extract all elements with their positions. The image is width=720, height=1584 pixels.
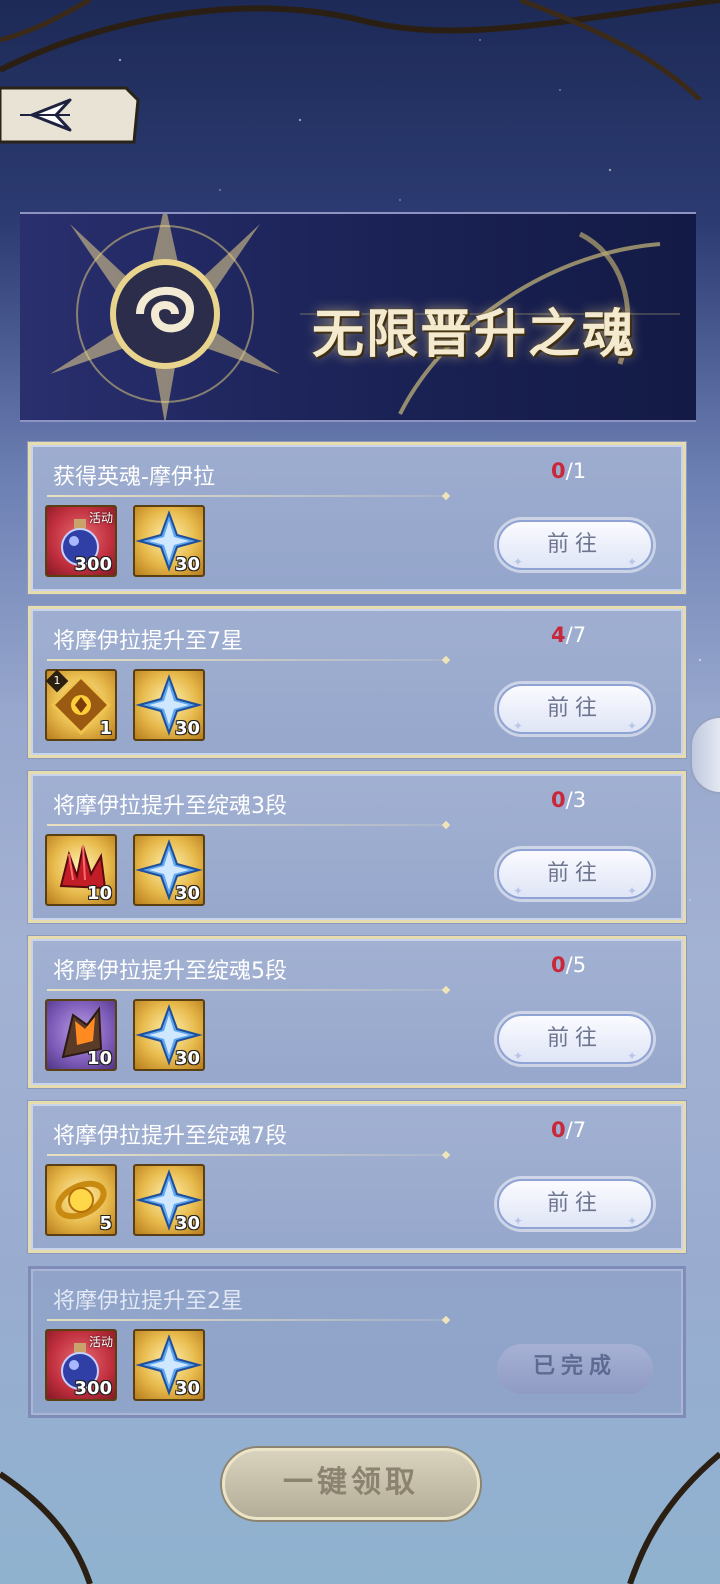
blue-star-crystal-icon[interactable]: 30	[133, 999, 205, 1071]
task-card: 将摩伊拉提升至绽魂3段 0/3 10 30 前往 ✦ ✦	[28, 771, 686, 923]
progress-current: 0	[551, 459, 566, 483]
progress-current: 4	[551, 623, 566, 647]
item-quantity: 30	[174, 1378, 200, 1399]
claim-all-button[interactable]: 一键领取	[222, 1448, 480, 1520]
button-label: 前往	[546, 1026, 603, 1051]
blue-star-crystal-icon[interactable]: 30	[133, 669, 205, 741]
fire-crystal-icon[interactable]: 10	[45, 999, 117, 1071]
back-button[interactable]	[0, 82, 142, 148]
item-quantity: 30	[174, 883, 200, 904]
blue-star-crystal-icon[interactable]: 30	[133, 834, 205, 906]
sparkle-icon: ✦	[626, 1214, 637, 1228]
item-quantity: 30	[174, 718, 200, 739]
task-title: 获得英魂-摩伊拉	[53, 465, 215, 490]
task-progress: 0/7	[551, 1118, 586, 1142]
task-card: 将摩伊拉提升至绽魂5段 0/5 10 30 前往 ✦ ✦	[28, 936, 686, 1088]
red-potion-icon[interactable]: 活动 300	[45, 505, 117, 577]
item-quantity: 300	[74, 554, 112, 575]
button-label: 已完成	[532, 1354, 617, 1379]
progress-current: 0	[551, 953, 566, 977]
title-divider	[47, 659, 447, 661]
sparkle-icon: ✦	[513, 719, 524, 733]
blue-star-crystal-icon[interactable]: 30	[133, 505, 205, 577]
red-potion-icon[interactable]: 活动 300	[45, 1329, 117, 1401]
task-title: 将摩伊拉提升至7星	[53, 629, 243, 654]
task-title: 将摩伊拉提升至绽魂3段	[53, 794, 287, 819]
button-label: 前往	[546, 861, 603, 886]
button-label: 前往	[546, 532, 603, 557]
side-expand-tab[interactable]	[690, 716, 720, 794]
task-progress: 0/1	[551, 459, 586, 483]
item-quantity: 10	[86, 883, 112, 904]
task-title: 将摩伊拉提升至绽魂5段	[53, 959, 287, 984]
event-tag: 活动	[88, 511, 113, 525]
task-title: 将摩伊拉提升至绽魂7段	[53, 1124, 287, 1149]
sparkle-icon: ✦	[626, 884, 637, 898]
blue-star-crystal-icon[interactable]: 30	[133, 1164, 205, 1236]
red-crystal-cluster-icon[interactable]: 10	[45, 834, 117, 906]
progress-total: /1	[565, 459, 587, 483]
item-quantity: 30	[174, 1048, 200, 1069]
task-progress: 0/3	[551, 788, 586, 812]
item-quantity: 300	[74, 1378, 112, 1399]
go-button[interactable]: 前往 ✦ ✦	[497, 849, 653, 899]
banner-title: 无限晋升之魂	[312, 304, 637, 365]
progress-current: 0	[551, 1118, 566, 1142]
sparkle-icon: ✦	[626, 719, 637, 733]
title-divider	[47, 1319, 447, 1321]
progress-total: /7	[565, 623, 587, 647]
task-card: 获得英魂-摩伊拉 0/1 活动 300 30 前往 ✦ ✦	[28, 442, 686, 594]
item-quantity: 30	[174, 554, 200, 575]
task-card: 将摩伊拉提升至绽魂7段 0/7 5 30 前往 ✦ ✦	[28, 1101, 686, 1253]
go-button[interactable]: 前往 ✦ ✦	[497, 1014, 653, 1064]
task-progress: 0/5	[551, 953, 586, 977]
completed-button: 已完成	[497, 1344, 653, 1394]
sparkle-icon: ✦	[513, 1049, 524, 1063]
task-title: 将摩伊拉提升至2星	[53, 1289, 243, 1314]
sparkle-icon: ✦	[513, 884, 524, 898]
button-label: 前往	[546, 696, 603, 721]
event-banner: 无限晋升之魂	[20, 212, 696, 422]
item-quantity: 1	[99, 718, 112, 739]
title-divider	[47, 989, 447, 991]
title-divider	[47, 1154, 447, 1156]
back-arrow-icon	[0, 86, 140, 144]
sparkle-icon: ✦	[513, 555, 524, 569]
go-button[interactable]: 前往 ✦ ✦	[497, 684, 653, 734]
title-divider	[47, 824, 447, 826]
golden-rune-card-icon[interactable]: 11	[45, 669, 117, 741]
sparkle-icon: ✦	[513, 1214, 524, 1228]
task-card: 将摩伊拉提升至7星 4/7 1 1 30 前往 ✦ ✦	[28, 606, 686, 758]
sparkle-icon: ✦	[626, 555, 637, 569]
item-quantity: 10	[86, 1048, 112, 1069]
event-tag: 活动	[88, 1335, 113, 1349]
task-card: 将摩伊拉提升至2星活动 300 30 已完成	[28, 1266, 686, 1418]
progress-current: 0	[551, 788, 566, 812]
progress-total: /3	[565, 788, 587, 812]
go-button[interactable]: 前往 ✦ ✦	[497, 1179, 653, 1229]
golden-orb-icon[interactable]: 5	[45, 1164, 117, 1236]
go-button[interactable]: 前往 ✦ ✦	[497, 520, 653, 570]
sparkle-icon: ✦	[626, 1049, 637, 1063]
blue-star-crystal-icon[interactable]: 30	[133, 1329, 205, 1401]
progress-total: /7	[565, 1118, 587, 1142]
item-quantity: 5	[99, 1213, 112, 1234]
button-label: 前往	[546, 1191, 603, 1216]
item-level-text: 1	[53, 674, 61, 687]
item-quantity: 30	[174, 1213, 200, 1234]
progress-total: /5	[565, 953, 587, 977]
task-progress: 4/7	[551, 623, 586, 647]
item-level-badge: 1	[45, 669, 69, 693]
title-divider	[47, 495, 447, 497]
